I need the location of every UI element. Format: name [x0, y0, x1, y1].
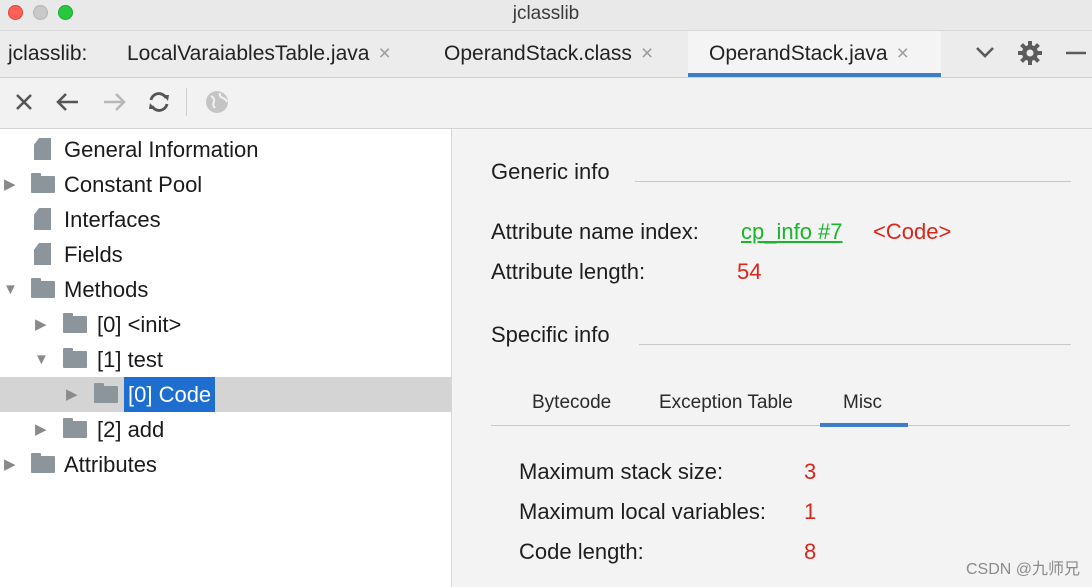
tab-local-variables-table[interactable]: LocalVaraiablesTable.java × [118, 31, 418, 77]
toolbar-separator [186, 88, 187, 116]
tab-close-icon[interactable]: × [641, 42, 653, 66]
tree-node-label: Attributes [64, 452, 157, 477]
attribute-length-value: 54 [737, 259, 762, 284]
folder-icon [31, 453, 55, 473]
cp-info-link[interactable]: cp_info #7 [741, 219, 843, 245]
tree-node-label: [0] <init> [97, 312, 182, 337]
watermark: CSDN @九师兄 [965, 561, 1080, 578]
max-local-variables-value: 1 [804, 499, 817, 524]
title-bar: jclasslib [0, 0, 1092, 31]
chevron-down-icon[interactable] [974, 37, 996, 74]
tree-node-code-selected[interactable]: ▶ [0] Code [0, 377, 451, 412]
collapse-arrow-icon[interactable]: ▼ [34, 342, 49, 377]
expand-arrow-icon[interactable]: ▶ [35, 412, 47, 447]
refresh-icon[interactable] [145, 86, 173, 118]
file-icon [34, 138, 51, 160]
code-length-label: Code length: [519, 539, 644, 564]
close-icon[interactable] [10, 86, 38, 118]
generic-info-title: Generic info [491, 159, 610, 184]
folder-icon [94, 383, 118, 403]
tree-node-label: General Information [64, 137, 259, 162]
section-divider [639, 344, 1071, 345]
toolbar [0, 78, 1092, 129]
tree-node-methods[interactable]: ▼ Methods [0, 272, 451, 307]
file-icon [34, 243, 51, 265]
tab-close-icon[interactable]: × [378, 42, 390, 66]
collapse-arrow-icon[interactable]: ▼ [3, 272, 18, 307]
file-icon [34, 208, 51, 230]
subtab-active-indicator [820, 423, 908, 427]
max-local-variables-label: Maximum local variables: [519, 499, 766, 524]
tree-node-label: [1] test [97, 347, 164, 372]
tree-node-constant-pool[interactable]: ▶ Constant Pool [0, 167, 451, 202]
subtab-misc[interactable]: Misc [843, 392, 882, 414]
back-arrow-icon[interactable] [54, 86, 82, 118]
tree-node-interfaces[interactable]: Interfaces [0, 202, 451, 237]
folder-icon [63, 313, 87, 333]
expand-arrow-icon[interactable]: ▶ [4, 167, 16, 202]
subtab-exception-table[interactable]: Exception Table [659, 392, 793, 414]
minimize-panel-icon[interactable] [1064, 40, 1088, 73]
tree-node-general-information[interactable]: General Information [0, 132, 451, 167]
window-title: jclasslib [512, 3, 580, 24]
tree-node-method-add[interactable]: ▶ [2] add [0, 412, 451, 447]
code-length-value: 8 [804, 539, 817, 564]
subtab-bytecode[interactable]: Bytecode [532, 392, 611, 414]
detail-panel: Generic info Attribute name index: cp_in… [452, 129, 1092, 587]
expand-arrow-icon[interactable]: ▶ [35, 307, 47, 342]
tree-node-label: Constant Pool [64, 172, 203, 197]
tree-node-fields[interactable]: Fields [0, 237, 451, 272]
tab-label: OperandStack.java [709, 42, 888, 65]
tab-close-icon[interactable]: × [897, 42, 909, 66]
web-globe-icon[interactable] [203, 86, 231, 118]
folder-icon [31, 278, 55, 298]
section-divider [635, 181, 1071, 182]
tree-node-attributes[interactable]: ▶ Attributes [0, 447, 451, 482]
attribute-length-label: Attribute length: [491, 259, 646, 284]
tree-node-label: Interfaces [64, 207, 161, 232]
specific-info-title: Specific info [491, 322, 610, 347]
folder-icon [31, 173, 55, 193]
max-stack-size-label: Maximum stack size: [519, 459, 724, 484]
tree-node-label: [2] add [97, 417, 165, 442]
expand-arrow-icon[interactable]: ▶ [66, 377, 78, 412]
max-stack-size-value: 3 [804, 459, 817, 484]
tree-node-method-init[interactable]: ▶ [0] <init> [0, 307, 451, 342]
tab-operand-stack-class[interactable]: OperandStack.class × [436, 31, 686, 77]
expand-arrow-icon[interactable]: ▶ [4, 447, 16, 482]
tree-node-label: [0] Code [124, 377, 216, 412]
tab-label: OperandStack.class [444, 42, 632, 65]
tab-strip-prefix: jclasslib: [8, 42, 88, 65]
folder-icon [63, 348, 87, 368]
tab-label: LocalVaraiablesTable.java [127, 42, 370, 65]
tab-strip: jclasslib: LocalVaraiablesTable.java × O… [0, 31, 1092, 78]
tab-operand-stack-java[interactable]: OperandStack.java × [688, 31, 941, 77]
tree-node-label: Methods [64, 277, 149, 302]
tree-node-method-test[interactable]: ▼ [1] test [0, 342, 451, 377]
forward-arrow-icon[interactable] [100, 86, 128, 118]
attribute-name-value: <Code> [873, 219, 952, 244]
gear-icon[interactable] [1017, 40, 1043, 73]
class-structure-tree: General Information ▶ Constant Pool Inte… [0, 129, 452, 587]
folder-icon [63, 418, 87, 438]
tree-node-label: Fields [64, 242, 123, 267]
attribute-name-index-label: Attribute name index: [491, 219, 699, 244]
subtab-divider [491, 425, 1070, 426]
